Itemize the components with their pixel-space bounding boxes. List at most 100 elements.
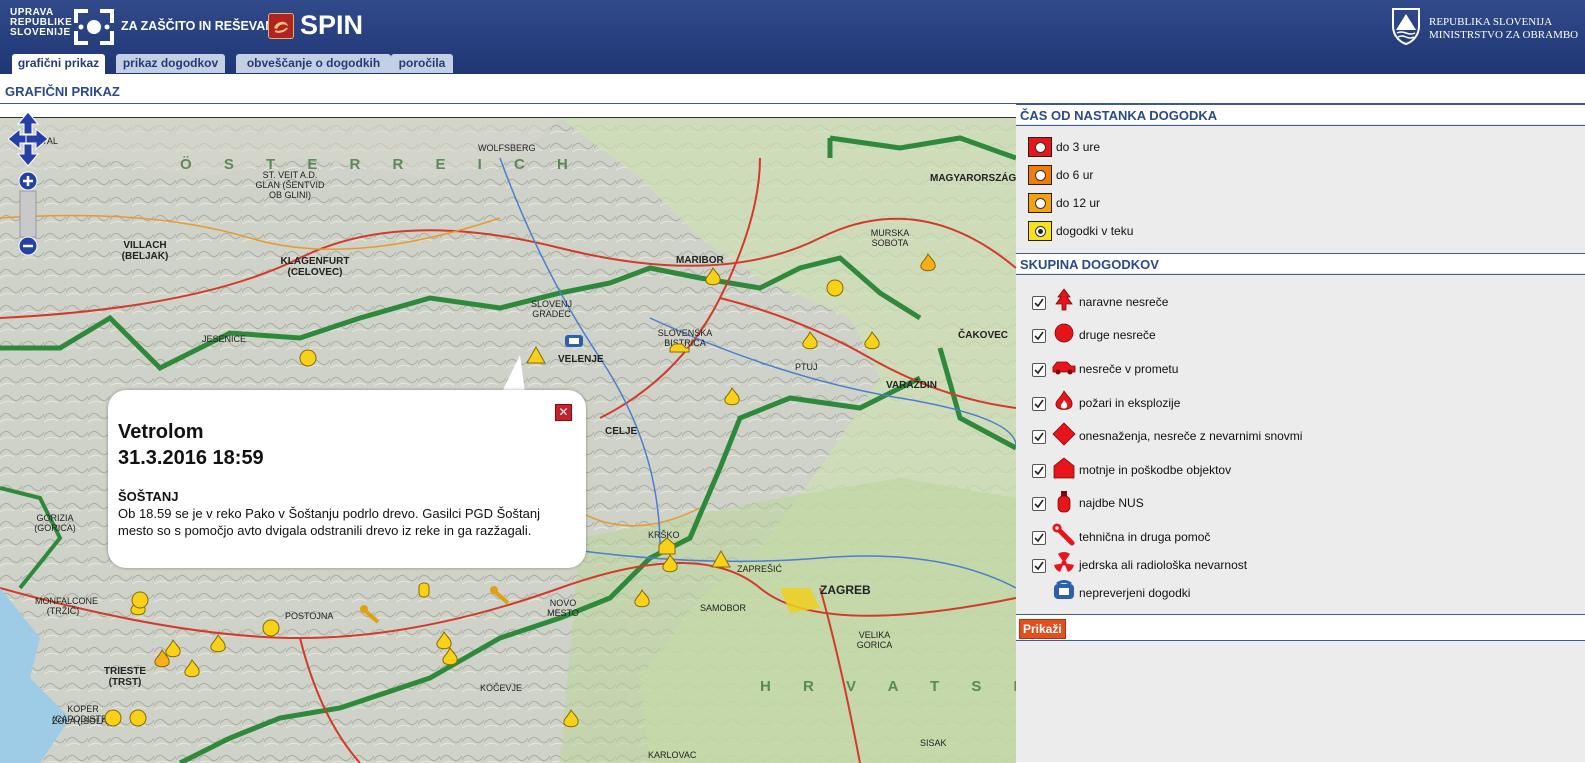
zoom-in-icon[interactable] <box>18 171 38 191</box>
map-label-hungary: MAGYARORSZÁG <box>930 173 1016 184</box>
map-label-city: KARLOVAC <box>648 750 697 760</box>
fire-icon <box>1055 390 1073 410</box>
map-label-city: SLOVENJ GRADEC <box>530 299 572 319</box>
time-section-title: ČAS OD NASTANKA DOGODKA <box>1020 108 1218 123</box>
map-label-city: ZAPREŠIĆ <box>737 564 783 574</box>
group-label: jedrska ali radiološka nevarnost <box>1079 558 1248 572</box>
map-label-city: VARAŽDIN <box>886 380 937 391</box>
time-swatch-red <box>1028 137 1052 157</box>
map-label-city: SAMOBOR <box>700 603 747 613</box>
time-swatch-yellow <box>1028 221 1052 241</box>
map-label-austria: Ö S T E R R E I C H <box>180 156 582 173</box>
group-label: naravne nesreče <box>1079 295 1169 309</box>
map-label-city: KLAGENFURT (CELOVEC) <box>280 256 350 278</box>
group-checkbox[interactable] <box>1032 296 1046 310</box>
group-checkbox[interactable] <box>1032 531 1046 545</box>
group-checkbox[interactable] <box>1032 497 1046 511</box>
tab-porocila[interactable]: poročila <box>391 54 453 73</box>
event-popup <box>108 390 586 568</box>
tab-obvescanje[interactable]: obveščanje o dogodkih <box>236 54 391 73</box>
map-label-city: VELENJE <box>558 354 604 365</box>
zoom-out-icon[interactable] <box>18 236 38 256</box>
map-nav-control <box>8 112 48 256</box>
group-checkbox[interactable] <box>1032 363 1046 377</box>
map-label-city: NOVO MESTO <box>547 598 579 618</box>
map-label-city: WOLFSBERG <box>478 143 536 153</box>
map-label-croatia: H R V A T S K A <box>760 678 1016 695</box>
group-checkbox[interactable] <box>1032 397 1046 411</box>
popup-title: Vetrolom <box>118 421 204 443</box>
section-divider <box>1016 125 1585 126</box>
app-title: SPIN <box>300 10 364 40</box>
tab-prikaz-dogodkov[interactable]: prikaz dogodkov <box>116 54 225 73</box>
wrench-icon <box>1052 523 1075 546</box>
actions-band <box>1016 614 1585 640</box>
section-divider <box>1016 274 1585 275</box>
header-bar: UPRAVA REPUBLIKE SLOVENIJE ZA ZAŠČITO IN… <box>0 0 1585 74</box>
slovenia-coat-of-arms-icon <box>1392 8 1420 46</box>
hazard-diamond-icon <box>1052 422 1076 446</box>
map-label-city: GORIZIA (GORICA) <box>34 513 76 533</box>
logo-subtitle: ZA ZAŠČITO IN REŠEVANJE <box>121 19 290 33</box>
popup-datetime: 31.3.2016 18:59 <box>118 447 264 469</box>
map-label-city: MURSKA SOBOTA <box>870 228 910 248</box>
map-label-city: POSTOJNA <box>285 611 334 621</box>
group-label: onesnaženja, nesreče z nevarnimi snovmi <box>1079 429 1303 443</box>
house-icon <box>1053 457 1075 479</box>
group-checkbox[interactable] <box>1032 430 1046 444</box>
urszr-logo-text: UPRAVA REPUBLIKE SLOVENIJE <box>10 7 73 38</box>
page-title: GRAFIČNI PRIKAZ <box>5 84 120 99</box>
map-label-city: CELJE <box>605 426 638 437</box>
map-label-city: ZAGREB <box>820 583 871 597</box>
map-label-city: PTUJ <box>795 362 818 372</box>
popup-close-button[interactable]: ✕ <box>555 404 572 421</box>
map-label-city: JESENICE <box>202 334 247 344</box>
spin-logo-icon <box>268 13 294 39</box>
group-checkbox[interactable] <box>1032 329 1046 343</box>
circle-icon <box>1054 323 1074 343</box>
group-label: druge nesreče <box>1079 328 1156 342</box>
group-label: najdbe NUS <box>1079 496 1144 510</box>
group-checkbox[interactable] <box>1032 559 1046 573</box>
popup-place: ŠOŠTANJ <box>118 489 179 504</box>
map-label-city: TRIESTE (TRST) <box>103 666 147 688</box>
grenade-icon <box>1057 491 1071 513</box>
pan-arrows-icon[interactable] <box>8 112 48 167</box>
tree-icon <box>1055 288 1073 311</box>
time-swatch-orange <box>1028 165 1052 185</box>
time-legend-label: do 12 ur <box>1056 196 1101 210</box>
map-label-city: ZOLA (ISOLA) <box>52 716 111 726</box>
map-label-city: KOČEVJE <box>480 683 523 693</box>
phone-icon <box>1054 580 1074 599</box>
map-label-city: MONFALCONE (TRŽIČ) <box>35 596 99 616</box>
time-legend-label: do 3 ure <box>1056 140 1101 154</box>
section-divider <box>1016 640 1585 641</box>
time-legend-label: do 6 ur <box>1056 168 1094 182</box>
time-swatch-amber <box>1028 193 1052 213</box>
map-label-city: ČAKOVEC <box>958 330 1009 341</box>
group-section-title: SKUPINA DOGODKOV <box>1020 257 1159 272</box>
zoom-slider[interactable] <box>19 190 37 238</box>
group-label: motnje in poškodbe objektov <box>1079 463 1232 477</box>
map-label-city: ST. VEIT A.D. GLAN (ŠENTVID OB GLINI) <box>255 170 325 200</box>
government-label: REPUBLIKA SLOVENIJA MINISTRSTVO ZA OBRAM… <box>1429 16 1579 41</box>
group-label: nepreverjeni dogodki <box>1079 586 1191 600</box>
map-label-city: VELIKA GORICA <box>856 630 893 650</box>
section-divider <box>1016 614 1585 615</box>
time-legend-label: dogodki v teku <box>1056 224 1134 238</box>
car-icon <box>1052 361 1076 375</box>
map-label-city: VILLACH (BELJAK) <box>121 240 169 262</box>
group-label: požari in eksplozije <box>1079 396 1181 410</box>
group-label: nesreče v prometu <box>1079 362 1179 376</box>
tab-graficni-prikaz[interactable]: grafični prikaz <box>12 54 105 74</box>
group-label: tehnična in druga pomoč <box>1079 530 1211 544</box>
show-button[interactable]: Prikaži <box>1019 619 1066 639</box>
map-label-city: SISAK <box>920 738 947 748</box>
section-divider <box>1016 104 1585 105</box>
map-label-city: MARIBOR <box>676 255 724 266</box>
group-checkbox[interactable] <box>1032 464 1046 478</box>
civil-protection-logo-icon <box>74 9 114 45</box>
popup-description: Ob 18.59 se je v reko Pako v Šoštanju po… <box>118 506 540 538</box>
section-divider <box>1016 253 1585 254</box>
radiation-icon <box>1054 552 1074 572</box>
